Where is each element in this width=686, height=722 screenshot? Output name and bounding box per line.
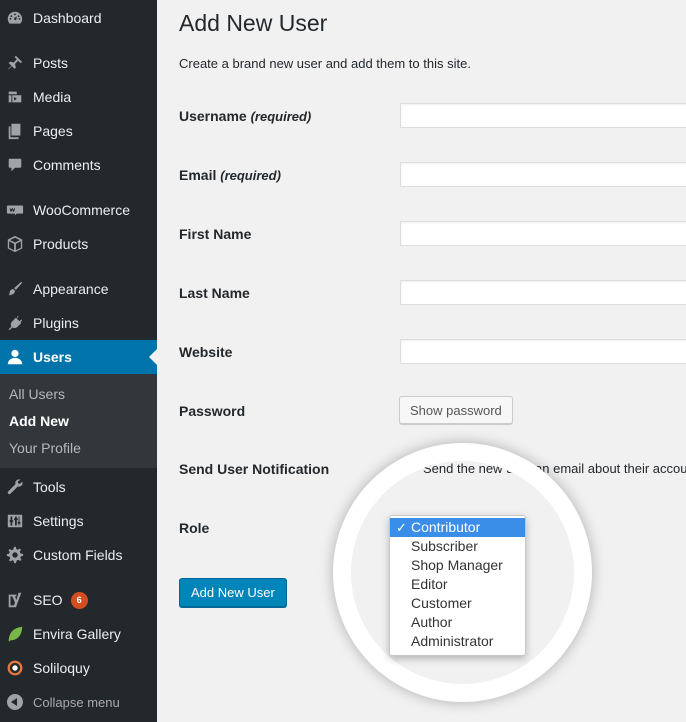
sidebar-item-label: Envira Gallery	[33, 626, 121, 642]
sidebar-item-label: Appearance	[33, 281, 109, 297]
sidebar-item-label: Products	[33, 236, 89, 252]
add-new-user-button[interactable]: Add New User	[179, 578, 287, 607]
sidebar-item-custom-fields[interactable]: Custom Fields	[0, 538, 157, 572]
sidebar-item-media[interactable]: Media	[0, 80, 157, 114]
sidebar-item-dashboard[interactable]: Dashboard	[0, 1, 157, 35]
sidebar-item-pages[interactable]: Pages	[0, 114, 157, 148]
password-label: Password	[179, 403, 246, 419]
sidebar-item-users[interactable]: Users	[0, 340, 157, 374]
sliders-icon	[6, 512, 24, 530]
collapse-menu-button[interactable]: Collapse menu	[0, 685, 157, 719]
comment-icon	[6, 156, 24, 174]
collapse-icon	[6, 693, 24, 711]
dashboard-icon	[6, 9, 24, 27]
box-icon	[6, 235, 24, 253]
role-label: Role	[179, 520, 210, 536]
website-input[interactable]	[400, 339, 686, 364]
submenu-your-profile[interactable]: Your Profile	[9, 440, 81, 456]
sidebar-item-label: Custom Fields	[33, 547, 123, 563]
users-submenu: All Users Add New Your Profile	[0, 374, 157, 468]
checkmark-icon: ✓	[396, 520, 407, 535]
sidebar-item-soliloquy[interactable]: Soliloquy	[0, 651, 157, 685]
first-name-label: First Name	[179, 226, 252, 242]
sidebar-item-envira-gallery[interactable]: Envira Gallery	[0, 617, 157, 651]
sidebar-item-posts[interactable]: Posts	[0, 46, 157, 80]
sidebar-item-seo[interactable]: SEO 6	[0, 583, 157, 617]
collapse-label: Collapse menu	[33, 694, 120, 710]
role-select-dropdown[interactable]: ✓ Contributor Subscriber Shop Manager Edi…	[389, 515, 526, 656]
ring-icon	[6, 659, 24, 677]
submenu-add-new[interactable]: Add New	[9, 413, 69, 429]
username-input[interactable]	[400, 103, 686, 128]
yoast-icon	[6, 591, 24, 609]
role-option-administrator[interactable]: Administrator	[390, 632, 525, 651]
current-indicator	[149, 349, 157, 365]
wrench-icon	[6, 478, 24, 496]
role-option-contributor[interactable]: ✓ Contributor	[390, 518, 525, 537]
role-option-author[interactable]: Author	[390, 613, 525, 632]
required-note: (required)	[250, 109, 312, 124]
role-option-editor[interactable]: Editor	[390, 575, 525, 594]
sidebar-item-plugins[interactable]: Plugins	[0, 306, 157, 340]
media-icon	[6, 88, 24, 106]
sidebar-item-label: WooCommerce	[33, 202, 130, 218]
username-label: Username (required)	[179, 108, 312, 124]
notification-label: Send User Notification	[179, 461, 330, 477]
leaf-icon	[6, 625, 24, 643]
website-label: Website	[179, 344, 233, 360]
gear-icon	[6, 546, 24, 564]
notification-text-magnified: Send the new user an email about their a…	[423, 461, 585, 476]
sidebar-item-label: Pages	[33, 123, 73, 139]
admin-sidebar: Dashboard Posts Media Pages Comments Woo…	[0, 0, 157, 722]
role-option-shop-manager[interactable]: Shop Manager	[390, 556, 525, 575]
sidebar-item-woocommerce[interactable]: WooCommerce	[0, 193, 157, 227]
sidebar-item-products[interactable]: Products	[0, 227, 157, 261]
sidebar-item-label: Soliloquy	[33, 660, 90, 676]
sidebar-item-tools[interactable]: Tools	[0, 470, 157, 504]
user-icon	[6, 348, 24, 366]
brush-icon	[6, 280, 24, 298]
last-name-input[interactable]	[400, 280, 686, 305]
page-title: Add New User	[179, 10, 328, 36]
sidebar-item-label: Plugins	[33, 315, 79, 331]
sidebar-item-label: Comments	[33, 157, 101, 173]
role-option-customer[interactable]: Customer	[390, 594, 525, 613]
pages-icon	[6, 122, 24, 140]
first-name-input[interactable]	[400, 221, 686, 246]
show-password-button[interactable]: Show password	[399, 396, 513, 424]
pin-icon	[6, 54, 24, 72]
sidebar-item-settings[interactable]: Settings	[0, 504, 157, 538]
sidebar-item-label: Settings	[33, 513, 84, 529]
submenu-all-users[interactable]: All Users	[9, 386, 65, 402]
required-note: (required)	[220, 168, 281, 183]
sidebar-item-comments[interactable]: Comments	[0, 148, 157, 182]
sidebar-item-appearance[interactable]: Appearance	[0, 272, 157, 306]
notification-badge: 6	[70, 591, 88, 609]
woo-icon	[6, 201, 24, 219]
page-description: Create a brand new user and add them to …	[179, 56, 471, 71]
sidebar-item-label: Dashboard	[33, 10, 102, 26]
plug-icon	[6, 314, 24, 332]
sidebar-item-label: SEO	[33, 592, 63, 608]
email-input[interactable]	[400, 162, 686, 187]
sidebar-item-label: Posts	[33, 55, 69, 71]
sidebar-item-label: Users	[33, 349, 72, 365]
sidebar-item-label: Media	[33, 89, 72, 105]
role-option-subscriber[interactable]: Subscriber	[390, 537, 525, 556]
sidebar-item-label: Tools	[33, 479, 66, 495]
last-name-label: Last Name	[179, 285, 250, 301]
email-label: Email (required)	[179, 167, 281, 183]
